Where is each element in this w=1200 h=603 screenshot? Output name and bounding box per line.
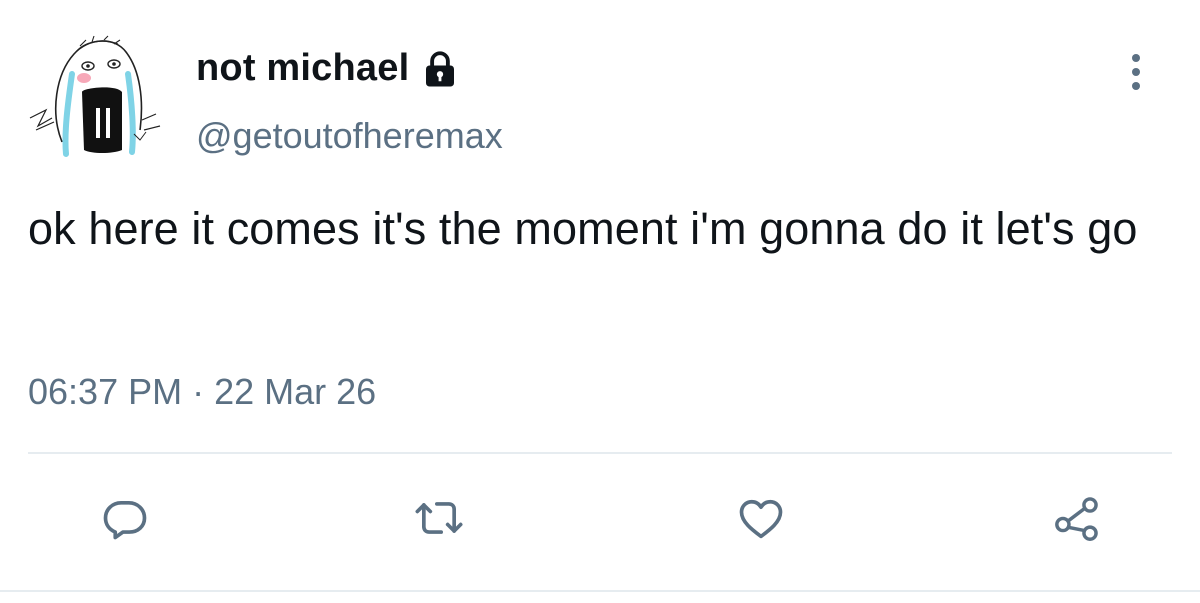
retweet-button[interactable] [407,482,471,554]
user-handle[interactable]: @getoutofheremax [196,112,503,160]
crying-face-drawing-avatar-icon [29,35,161,157]
more-options-button[interactable] [1116,46,1156,98]
avatar[interactable] [22,22,170,170]
retweet-icon [415,502,463,534]
tweet-text: ok here it comes it's the moment i'm gon… [28,203,1138,254]
action-bar [0,482,1200,554]
timestamp-separator: · [192,371,205,412]
share-icon [1055,497,1098,541]
tweet-date[interactable]: 22 Mar 26 [214,368,376,416]
display-name-row: not michael [196,44,461,92]
divider [0,590,1200,592]
more-vertical-icon [1132,54,1140,90]
like-icon [739,499,783,539]
divider [28,452,1172,454]
tweet-card: not michael @getoutofheremax ok here it … [0,0,1200,603]
like-button[interactable] [729,482,793,554]
tweet-time[interactable]: 06:37 PM [28,368,182,416]
reply-button[interactable] [93,482,157,554]
tweet-timestamp: 06:37 PM · 22 Mar 26 [28,368,376,416]
reply-icon [103,500,147,540]
lock-icon [426,51,455,87]
share-button[interactable] [1045,482,1109,554]
display-name[interactable]: not michael [196,44,409,92]
